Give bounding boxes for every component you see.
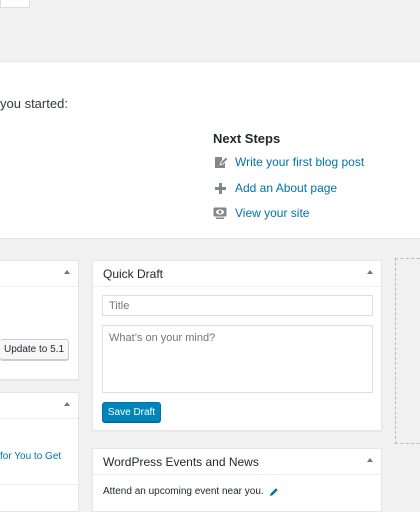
divider	[0, 484, 79, 485]
welcome-subtitle: you started:	[0, 96, 68, 111]
plus-icon	[213, 181, 227, 195]
empty-drop-zone	[395, 258, 420, 444]
box-header: Quick Draft	[93, 261, 381, 287]
header-box	[0, 0, 30, 8]
next-steps-title: Next Steps	[213, 131, 281, 146]
events-text-row: Attend an upcoming event near you.	[103, 486, 279, 497]
events-text: Attend an upcoming event near you.	[103, 486, 264, 497]
next-step-label: View your site	[235, 206, 310, 220]
next-step-label: Write your first blog post	[235, 155, 365, 169]
collapse-toggle-icon[interactable]	[64, 270, 70, 274]
next-step-label: Add an About page	[235, 181, 338, 195]
view-site-icon	[213, 206, 227, 220]
save-draft-button[interactable]: Save Draft	[102, 402, 161, 422]
events-news-box: WordPress Events and News	[92, 448, 382, 512]
events-title: WordPress Events and News	[103, 455, 259, 469]
quick-draft-title: Quick Draft	[103, 267, 164, 281]
next-step-about-page[interactable]: Add an About page	[213, 180, 337, 196]
at-a-glance-box	[0, 260, 79, 380]
box-header: WordPress Events and News	[93, 449, 381, 475]
collapse-toggle-icon[interactable]	[367, 458, 373, 462]
draft-content-input[interactable]	[102, 325, 373, 393]
box-header	[0, 393, 78, 419]
collapse-toggle-icon[interactable]	[367, 270, 373, 274]
collapse-toggle-icon[interactable]	[64, 402, 70, 406]
activity-link[interactable]: for You to Get	[0, 451, 61, 462]
next-step-view-site[interactable]: View your site	[213, 205, 309, 221]
welcome-panel	[0, 61, 420, 239]
box-header	[0, 261, 78, 287]
edit-page-icon	[213, 155, 227, 169]
draft-title-input[interactable]	[102, 295, 373, 316]
next-step-write-post[interactable]: Write your first blog post	[213, 154, 364, 170]
pencil-icon[interactable]	[269, 487, 279, 497]
update-button[interactable]: Update to 5.1	[0, 339, 69, 360]
